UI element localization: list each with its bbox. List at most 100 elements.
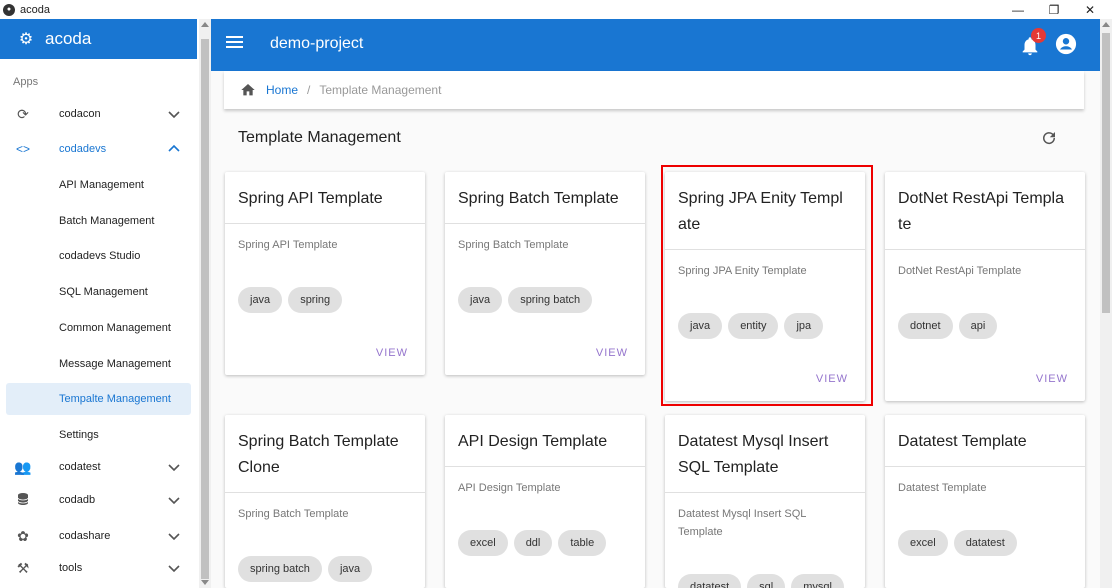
sidebar-item-batch-management[interactable]: Batch Management — [6, 205, 191, 237]
minimize-button[interactable]: — — [1001, 0, 1035, 19]
tag-chip[interactable]: java — [458, 287, 503, 313]
chevron-down-icon — [168, 533, 180, 541]
project-title: demo-project — [270, 35, 364, 52]
template-card[interactable]: Datatest Mysql Insert SQL Template Datat… — [665, 415, 865, 588]
refresh-icon[interactable] — [1040, 129, 1058, 147]
tag-chip[interactable]: spring batch — [508, 287, 593, 313]
app-logo-icon: ● — [3, 3, 15, 16]
card-title: Spring Batch Template — [458, 190, 619, 207]
breadcrumb-separator: / — [307, 83, 311, 97]
tag-chip[interactable]: table — [558, 530, 607, 556]
card-divider — [445, 223, 645, 224]
selection-highlight-box — [661, 165, 873, 406]
view-button[interactable]: VIEW — [1036, 373, 1068, 385]
tag-chip[interactable]: api — [958, 313, 998, 339]
sidebar: ⚙ acoda Apps ⟳ codacon <> codadevs API M… — [0, 19, 199, 588]
tag-chip[interactable]: datatest — [678, 574, 742, 588]
acoda-logo-icon: ⚙ — [18, 31, 34, 48]
card-description: DotNet RestApi Template — [898, 265, 1022, 277]
chevron-down-icon — [168, 565, 180, 573]
template-card[interactable]: Spring Batch Template Clone Spring Batch… — [225, 415, 425, 588]
sidebar-item-api-management[interactable]: API Management — [6, 169, 191, 201]
card-divider — [225, 492, 425, 493]
view-button[interactable]: VIEW — [376, 347, 408, 359]
restore-button[interactable]: ❐ — [1037, 0, 1071, 19]
page-title: Template Management — [238, 129, 401, 146]
apps-section-label: Apps — [13, 76, 39, 88]
tag-chip[interactable]: dotnet — [898, 313, 953, 339]
card-description: Datatest Mysql Insert SQL Template — [678, 508, 806, 538]
app-bar: demo-project 1 — [211, 19, 1100, 71]
notification-badge: 1 — [1031, 28, 1046, 43]
card-divider — [445, 466, 645, 467]
menu-icon[interactable] — [226, 36, 243, 50]
template-card[interactable]: Spring API Template Spring API Template … — [225, 172, 425, 375]
sidebar-item-message-management[interactable]: Message Management — [6, 348, 191, 380]
tag-chip[interactable]: spring — [288, 287, 343, 313]
tag-chip[interactable]: mysql — [791, 574, 844, 588]
nav-group-codadevs[interactable]: <> codadevs — [0, 133, 197, 165]
card-description: Spring API Template — [238, 239, 338, 251]
tag-chip[interactable]: sql — [747, 574, 786, 588]
breadcrumb-current: Template Management — [319, 83, 442, 97]
sidebar-item-settings[interactable]: Settings — [6, 419, 191, 451]
scroll-down-arrow-icon[interactable] — [201, 580, 209, 585]
breadcrumb-home-link[interactable]: Home — [266, 83, 298, 97]
card-divider — [665, 492, 865, 493]
tag-chip[interactable]: spring batch — [238, 556, 322, 582]
tag-chip[interactable]: excel — [458, 530, 508, 556]
home-icon[interactable] — [240, 82, 256, 98]
card-description: Datatest Template — [898, 482, 987, 494]
card-description: Spring Batch Template — [458, 239, 569, 251]
view-button[interactable]: VIEW — [596, 347, 628, 359]
code-icon: <> — [15, 142, 30, 156]
scrollbar-thumb[interactable] — [201, 39, 209, 579]
sidebar-item-sql-management[interactable]: SQL Management — [6, 276, 191, 308]
template-card[interactable]: Datatest Template Datatest Template exce… — [885, 415, 1085, 588]
card-title: Spring API Template — [238, 190, 383, 207]
chevron-down-icon — [168, 111, 180, 119]
card-description: API Design Template — [458, 482, 561, 494]
template-card[interactable]: API Design Template API Design Template … — [445, 415, 645, 588]
card-divider — [225, 223, 425, 224]
scrollbar-thumb[interactable] — [1102, 33, 1110, 313]
main-scrollbar[interactable] — [1100, 19, 1112, 588]
breadcrumb: Home / Template Management — [224, 71, 1084, 109]
chevron-up-icon — [168, 144, 180, 152]
tag-chip[interactable]: ddl — [513, 530, 553, 556]
window-title: acoda — [20, 3, 50, 16]
nav-group-codadb[interactable]: codadb — [0, 484, 197, 516]
sidebar-item-codadevs-studio[interactable]: codadevs Studio — [6, 240, 191, 272]
share-icon: ✿ — [17, 527, 29, 544]
tag-chip[interactable]: java — [238, 287, 283, 313]
scroll-up-arrow-icon[interactable] — [1102, 22, 1110, 27]
tag-chip[interactable]: java — [327, 556, 373, 582]
card-title: Datatest Template — [898, 433, 1027, 450]
nav-group-codatest[interactable]: 👥 codatest — [0, 451, 197, 483]
brand-header[interactable]: ⚙ acoda — [0, 19, 197, 59]
tag-chip[interactable]: datatest — [953, 530, 1017, 556]
sidebar-scrollbar[interactable] — [199, 19, 211, 588]
tag-chip[interactable]: excel — [898, 530, 948, 556]
nav-group-tools[interactable]: ⚒ tools — [0, 552, 197, 584]
account-circle-icon[interactable] — [1055, 33, 1077, 55]
card-title: API Design Template — [458, 433, 608, 450]
template-card[interactable]: DotNet RestApi Templa te DotNet RestApi … — [885, 172, 1085, 401]
scroll-up-arrow-icon[interactable] — [201, 22, 209, 27]
brand-name: acoda — [45, 29, 92, 48]
card-divider — [885, 249, 1085, 250]
nav-group-codashare[interactable]: ✿ codashare — [0, 520, 197, 552]
card-title: DotNet RestApi Templa te — [898, 190, 1064, 233]
nav-group-label: codadevs — [59, 143, 107, 155]
card-title: Spring Batch Template Clone — [238, 433, 399, 476]
close-button[interactable]: ✕ — [1073, 0, 1107, 19]
people-settings-icon: 👥 — [14, 458, 32, 475]
card-description: Spring Batch Template — [238, 508, 349, 520]
sidebar-item-template-management[interactable]: Tempalte Management — [6, 383, 191, 415]
nav-group-label: codadb — [59, 494, 96, 506]
nav-group-codacon[interactable]: ⟳ codacon — [0, 98, 197, 130]
sidebar-item-common-management[interactable]: Common Management — [6, 312, 191, 344]
template-card[interactable]: Spring Batch Template Spring Batch Templ… — [445, 172, 645, 375]
nav-group-label: codatest — [59, 461, 101, 473]
window-titlebar: ● acoda — ❐ ✕ — [0, 0, 1112, 19]
